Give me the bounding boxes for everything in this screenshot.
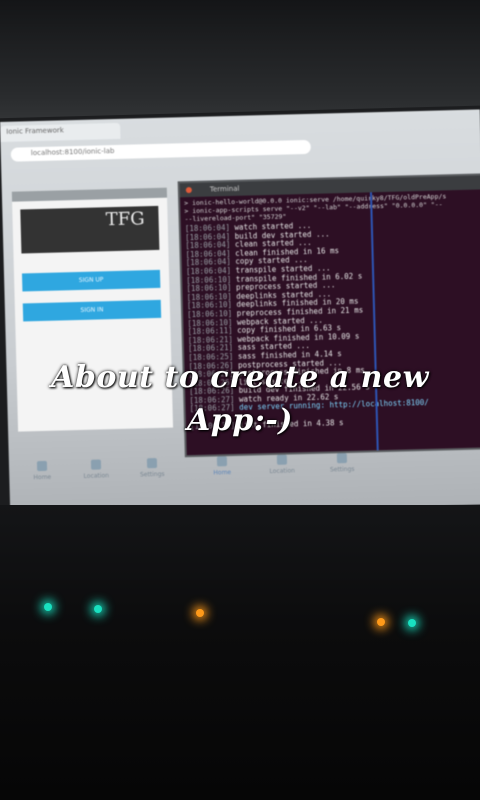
- address-bar[interactable]: localhost:8100/ionic-lab: [10, 139, 311, 162]
- lower-tab-location-label: Location: [269, 467, 296, 476]
- terminal-log: [18:06:04] watch started ... [18:06:04] b…: [181, 217, 480, 431]
- monitor-screen: Ionic Framework localhost:8100/ionic-lab…: [0, 109, 480, 517]
- browser-tab-label: Ionic Framework: [6, 126, 64, 136]
- lower-tab-settings-label: Settings: [329, 465, 355, 474]
- phone-tab-bar: Home Location Settings: [19, 457, 180, 491]
- led-light: [377, 618, 385, 626]
- phone-preview: TFG SIGN UP SIGN IN: [11, 187, 174, 432]
- settings-icon: [146, 458, 158, 469]
- tab-settings[interactable]: Settings: [137, 458, 168, 479]
- led-light: [44, 603, 52, 611]
- app-logo-text: TFG: [105, 208, 145, 231]
- terminal-title: Terminal: [209, 184, 240, 194]
- home-icon: [36, 460, 48, 472]
- tab-location[interactable]: Location: [81, 459, 112, 480]
- home-icon: [216, 456, 228, 467]
- led-light: [408, 619, 416, 627]
- desk-area: [0, 505, 480, 800]
- tab-location-label: Location: [83, 472, 110, 480]
- location-icon: [90, 459, 102, 470]
- browser-tab[interactable]: Ionic Framework: [0, 122, 121, 142]
- settings-icon: [336, 453, 348, 464]
- close-icon[interactable]: [185, 187, 192, 194]
- caption-line-2: App:-): [187, 403, 293, 438]
- phone-status-bar: [11, 187, 168, 202]
- location-icon: [276, 454, 288, 465]
- lower-tab-settings[interactable]: Settings: [327, 453, 358, 474]
- led-light: [196, 609, 204, 617]
- caption-line-1: About to create a new: [51, 360, 429, 395]
- lower-tab-home[interactable]: Home: [207, 456, 238, 477]
- tab-home[interactable]: Home: [27, 460, 58, 482]
- address-text: localhost:8100/ionic-lab: [30, 147, 115, 158]
- signup-button[interactable]: SIGN UP: [21, 269, 161, 292]
- photo-scene: Ionic Framework localhost:8100/ionic-lab…: [0, 0, 480, 800]
- tab-home-label: Home: [33, 473, 52, 482]
- lower-tab-home-label: Home: [213, 469, 232, 477]
- signin-button[interactable]: SIGN IN: [22, 299, 162, 322]
- tab-settings-label: Settings: [139, 470, 165, 479]
- led-light: [94, 605, 102, 613]
- app-logo: TFG: [20, 205, 160, 254]
- lower-tab-location[interactable]: Location: [267, 454, 298, 475]
